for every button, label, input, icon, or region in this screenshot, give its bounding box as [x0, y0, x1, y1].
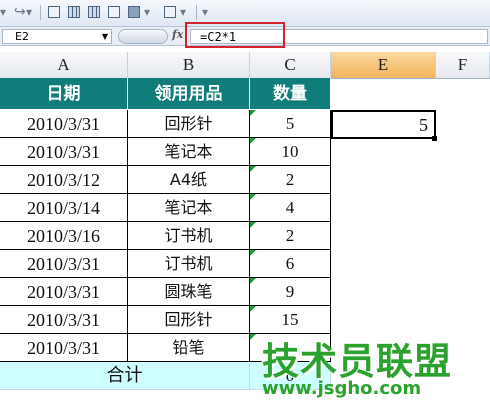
format-icon[interactable]	[128, 6, 140, 18]
chart-icon[interactable]	[88, 6, 100, 18]
column-header-b[interactable]: B	[128, 52, 250, 78]
customize-toolbar-icon[interactable]: ▾	[202, 4, 208, 20]
item-cell[interactable]: 订书机	[128, 222, 250, 250]
error-indicator-icon	[250, 222, 256, 228]
error-indicator-icon	[250, 110, 256, 116]
error-indicator-icon	[250, 334, 256, 340]
quantity-cell[interactable]: 5	[250, 110, 331, 138]
quantity-cell[interactable]: 15	[250, 306, 331, 334]
toolbar-separator	[196, 5, 197, 20]
date-cell[interactable]: 2010/3/31	[0, 306, 128, 334]
edit-dropdown-icon[interactable]: ▾	[180, 4, 186, 20]
date-cell[interactable]: 2010/3/31	[0, 138, 128, 166]
header-quantity[interactable]: 数量	[250, 78, 331, 110]
date-cell[interactable]: 2010/3/31	[0, 334, 128, 362]
watermark-url: www.jsgho.com	[262, 378, 422, 399]
item-cell[interactable]: 笔记本	[128, 138, 250, 166]
quantity-cell[interactable]: 2	[250, 222, 331, 250]
item-cell[interactable]: A4纸	[128, 166, 250, 194]
format-dropdown-icon[interactable]: ▾	[144, 4, 150, 20]
error-indicator-icon	[250, 194, 256, 200]
formula-highlight-box	[185, 22, 285, 48]
date-cell[interactable]: 2010/3/31	[0, 278, 128, 306]
item-cell[interactable]: 订书机	[128, 250, 250, 278]
formula-bar-resize-handle[interactable]	[118, 29, 168, 44]
item-cell[interactable]: 回形针	[128, 306, 250, 334]
date-cell[interactable]: 2010/3/14	[0, 194, 128, 222]
total-label-cell[interactable]: 合计	[0, 362, 250, 390]
undo-dropdown-icon[interactable]: ▾	[0, 4, 6, 20]
error-indicator-icon	[250, 306, 256, 312]
quantity-cell[interactable]: 4	[250, 194, 331, 222]
name-box-value: E2	[15, 30, 29, 43]
item-cell[interactable]: 笔记本	[128, 194, 250, 222]
quantity-value: 6	[285, 254, 295, 273]
redo-icon[interactable]: ↪	[14, 4, 26, 20]
redo-dropdown-icon[interactable]: ▾	[26, 4, 32, 20]
edit-icon[interactable]	[164, 6, 176, 18]
name-box-dropdown-icon[interactable]: ▼	[102, 30, 108, 43]
selected-cell-e2[interactable]: 5	[331, 110, 436, 139]
name-box[interactable]: E2 ▼	[2, 29, 112, 44]
date-cell[interactable]: 2010/3/16	[0, 222, 128, 250]
error-indicator-icon	[250, 138, 256, 144]
date-cell[interactable]: 2010/3/12	[0, 166, 128, 194]
quantity-cell[interactable]: 2	[250, 166, 331, 194]
item-cell[interactable]: 铅笔	[128, 334, 250, 362]
column-header-e[interactable]: E	[331, 52, 436, 78]
quantity-value: 4	[285, 198, 295, 217]
fill-handle[interactable]	[432, 136, 437, 141]
error-indicator-icon	[250, 250, 256, 256]
error-indicator-icon	[250, 166, 256, 172]
insert-function-icon[interactable]: fx	[172, 28, 183, 41]
column-header-f[interactable]: F	[436, 52, 490, 78]
toolbar-separator	[40, 5, 41, 20]
column-headers: A B C E F	[0, 52, 490, 79]
error-indicator-icon	[250, 278, 256, 284]
quantity-value: 2	[285, 226, 295, 245]
quantity-value: 5	[285, 114, 295, 133]
quantity-cell[interactable]: 6	[250, 250, 331, 278]
new-document-icon[interactable]	[108, 6, 120, 18]
header-item[interactable]: 领用用品	[128, 78, 250, 110]
date-cell[interactable]: 2010/3/31	[0, 110, 128, 138]
table-icon[interactable]	[68, 6, 80, 18]
quantity-cell[interactable]: 9	[250, 278, 331, 306]
quantity-value: 9	[285, 282, 295, 301]
print-preview-icon[interactable]	[48, 6, 60, 18]
column-header-c[interactable]: C	[250, 52, 331, 78]
quantity-cell[interactable]: 10	[250, 138, 331, 166]
quantity-value: 15	[281, 310, 299, 329]
item-cell[interactable]: 回形针	[128, 110, 250, 138]
item-cell[interactable]: 圆珠笔	[128, 278, 250, 306]
quantity-value: 2	[285, 170, 295, 189]
watermark-title: 技术员联盟	[262, 340, 452, 383]
column-header-a[interactable]: A	[0, 52, 128, 78]
quantity-value: 10	[281, 142, 299, 161]
date-cell[interactable]: 2010/3/31	[0, 250, 128, 278]
header-date[interactable]: 日期	[0, 78, 128, 110]
